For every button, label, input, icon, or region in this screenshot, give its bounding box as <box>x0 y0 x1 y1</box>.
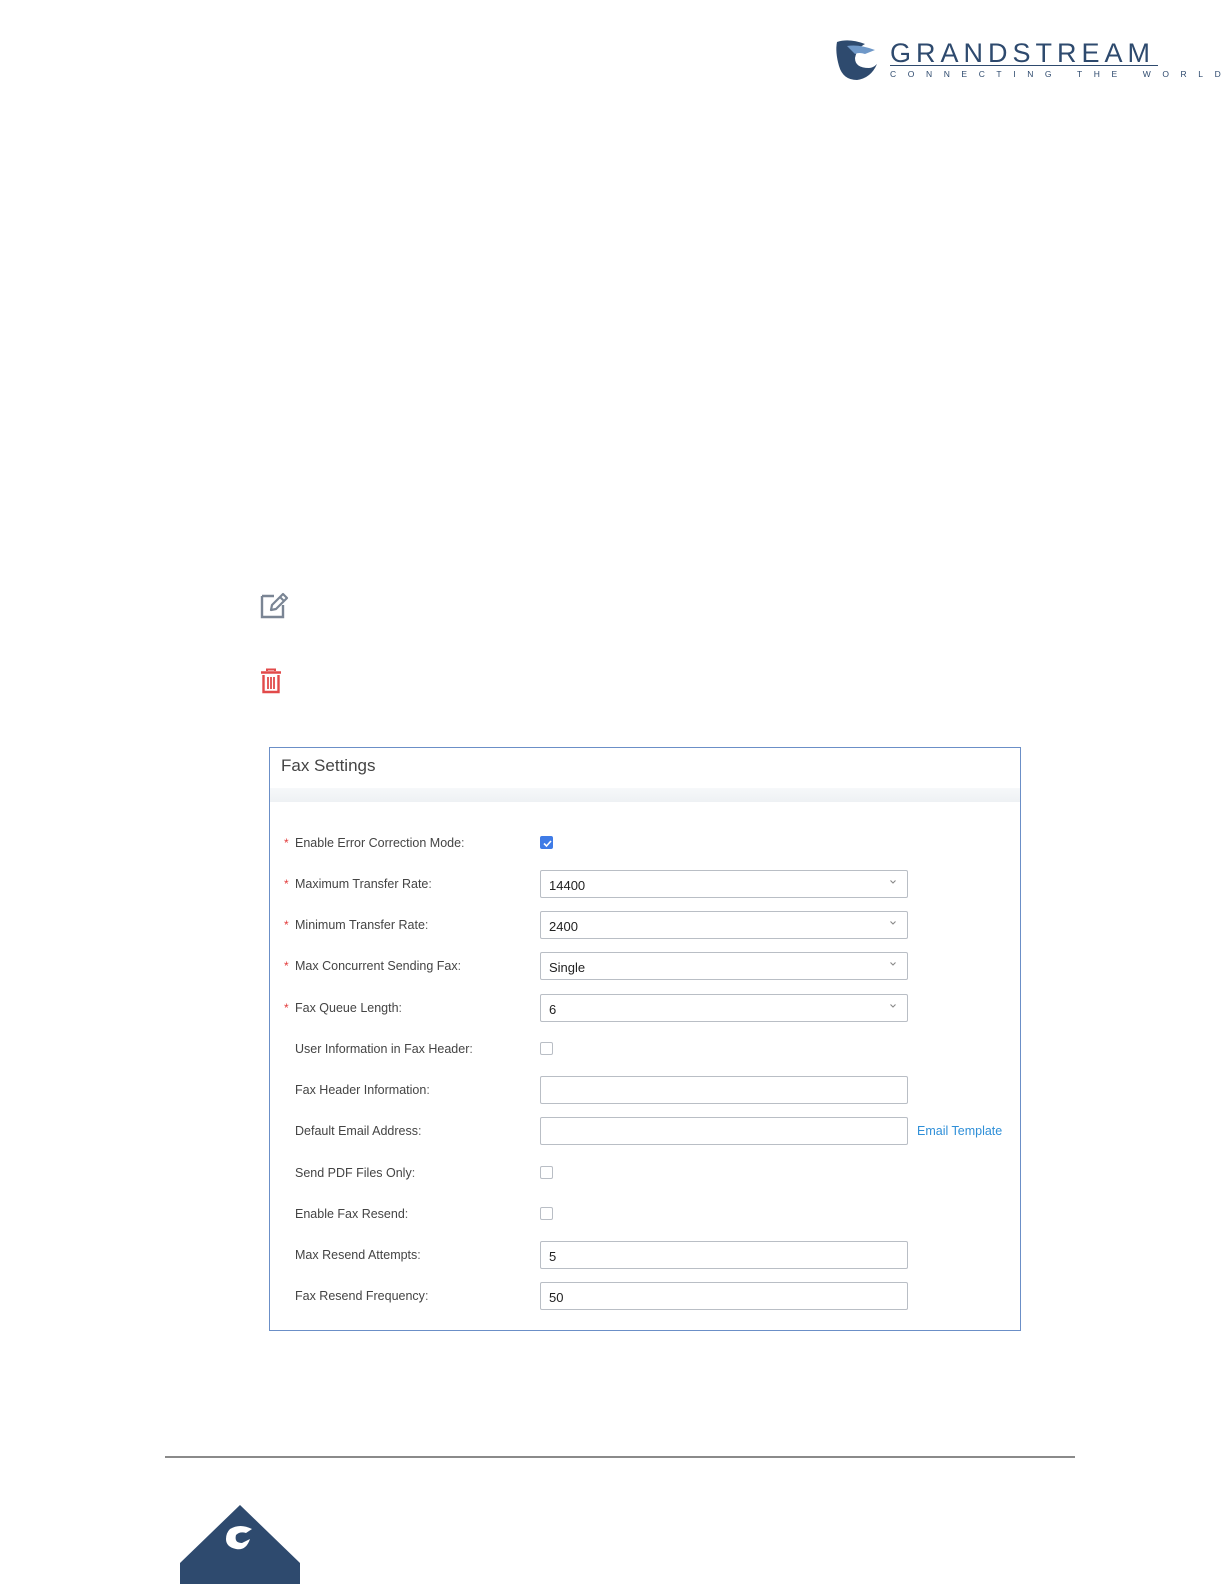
row-default-email-address: Default Email Address: Email Template <box>270 1116 1020 1146</box>
fax-resend-frequency-input[interactable]: 50 <box>540 1282 908 1310</box>
row-minimum-transfer-rate: * Minimum Transfer Rate: 2400 <box>270 910 1020 940</box>
panel-title: Fax Settings <box>281 756 376 775</box>
field-label: Default Email Address: <box>295 1124 422 1138</box>
required-asterisk: * <box>284 836 289 850</box>
required-asterisk: * <box>284 959 289 973</box>
required-asterisk: * <box>284 1001 289 1015</box>
row-max-resend-attempts: Max Resend Attempts: 5 <box>270 1240 1020 1270</box>
row-max-concurrent-sending-fax: * Max Concurrent Sending Fax: Single <box>270 951 1020 981</box>
panel-header-band <box>270 788 1020 802</box>
fax-settings-panel: Fax Settings * Enable Error Correction M… <box>269 747 1021 1331</box>
select-value: 14400 <box>549 878 586 893</box>
field-label: Fax Queue Length: <box>295 1001 403 1015</box>
user-information-in-fax-header-checkbox[interactable] <box>540 1042 553 1055</box>
enable-error-correction-mode-checkbox[interactable] <box>540 836 553 849</box>
row-enable-fax-resend: Enable Fax Resend: <box>270 1199 1020 1229</box>
fax-header-information-input[interactable] <box>540 1076 908 1104</box>
required-asterisk: * <box>284 918 289 932</box>
field-label: User Information in Fax Header: <box>295 1042 473 1056</box>
field-label: Fax Header Information: <box>295 1083 430 1097</box>
maximum-transfer-rate-select[interactable]: 14400 <box>540 870 908 898</box>
brand-tagline: CONNECTING THE WORLD <box>890 69 1224 79</box>
row-fax-queue-length: * Fax Queue Length: 6 <box>270 993 1020 1023</box>
chevron-down-icon <box>890 1004 896 1008</box>
max-resend-attempts-input[interactable]: 5 <box>540 1241 908 1269</box>
row-send-pdf-files-only: Send PDF Files Only: <box>270 1158 1020 1188</box>
select-value: 6 <box>549 1002 557 1017</box>
field-label: Maximum Transfer Rate: <box>295 877 432 891</box>
chevron-down-icon <box>890 880 896 884</box>
select-value: Single <box>549 960 586 975</box>
footer-divider <box>165 1456 1075 1458</box>
field-label: Fax Resend Frequency: <box>295 1289 429 1303</box>
row-fax-resend-frequency: Fax Resend Frequency: 50 <box>270 1281 1020 1311</box>
field-label: Max Resend Attempts: <box>295 1248 421 1262</box>
default-email-address-input[interactable] <box>540 1117 908 1145</box>
max-concurrent-sending-fax-select[interactable]: Single <box>540 952 908 980</box>
grandstream-logo: GRANDSTREAM CONNECTING THE WORLD <box>835 38 1221 82</box>
trash-icon <box>260 668 282 694</box>
brand-rule <box>890 65 1158 66</box>
chevron-down-icon <box>890 921 896 925</box>
chevron-down-icon <box>890 962 896 966</box>
footer-logo <box>180 1505 300 1584</box>
field-label: Enable Fax Resend: <box>295 1207 409 1221</box>
email-template-link[interactable]: Email Template <box>917 1124 1002 1138</box>
required-asterisk: * <box>284 877 289 891</box>
select-value: 2400 <box>549 919 578 934</box>
field-label: Minimum Transfer Rate: <box>295 918 429 932</box>
enable-fax-resend-checkbox[interactable] <box>540 1207 553 1220</box>
send-pdf-files-only-checkbox[interactable] <box>540 1166 553 1179</box>
field-label: Send PDF Files Only: <box>295 1166 416 1180</box>
checkmark-icon <box>543 840 552 848</box>
fax-queue-length-select[interactable]: 6 <box>540 994 908 1022</box>
row-maximum-transfer-rate: * Maximum Transfer Rate: 14400 <box>270 869 1020 899</box>
row-fax-header-information: Fax Header Information: <box>270 1075 1020 1105</box>
minimum-transfer-rate-select[interactable]: 2400 <box>540 911 908 939</box>
field-label: Max Concurrent Sending Fax: <box>295 959 462 973</box>
grandstream-swoosh-icon <box>836 40 877 80</box>
row-user-information-in-fax-header: User Information in Fax Header: <box>270 1034 1020 1064</box>
edit-icon <box>259 590 289 620</box>
field-label: Enable Error Correction Mode: <box>295 836 465 850</box>
row-enable-error-correction-mode: * Enable Error Correction Mode: <box>270 828 1020 858</box>
